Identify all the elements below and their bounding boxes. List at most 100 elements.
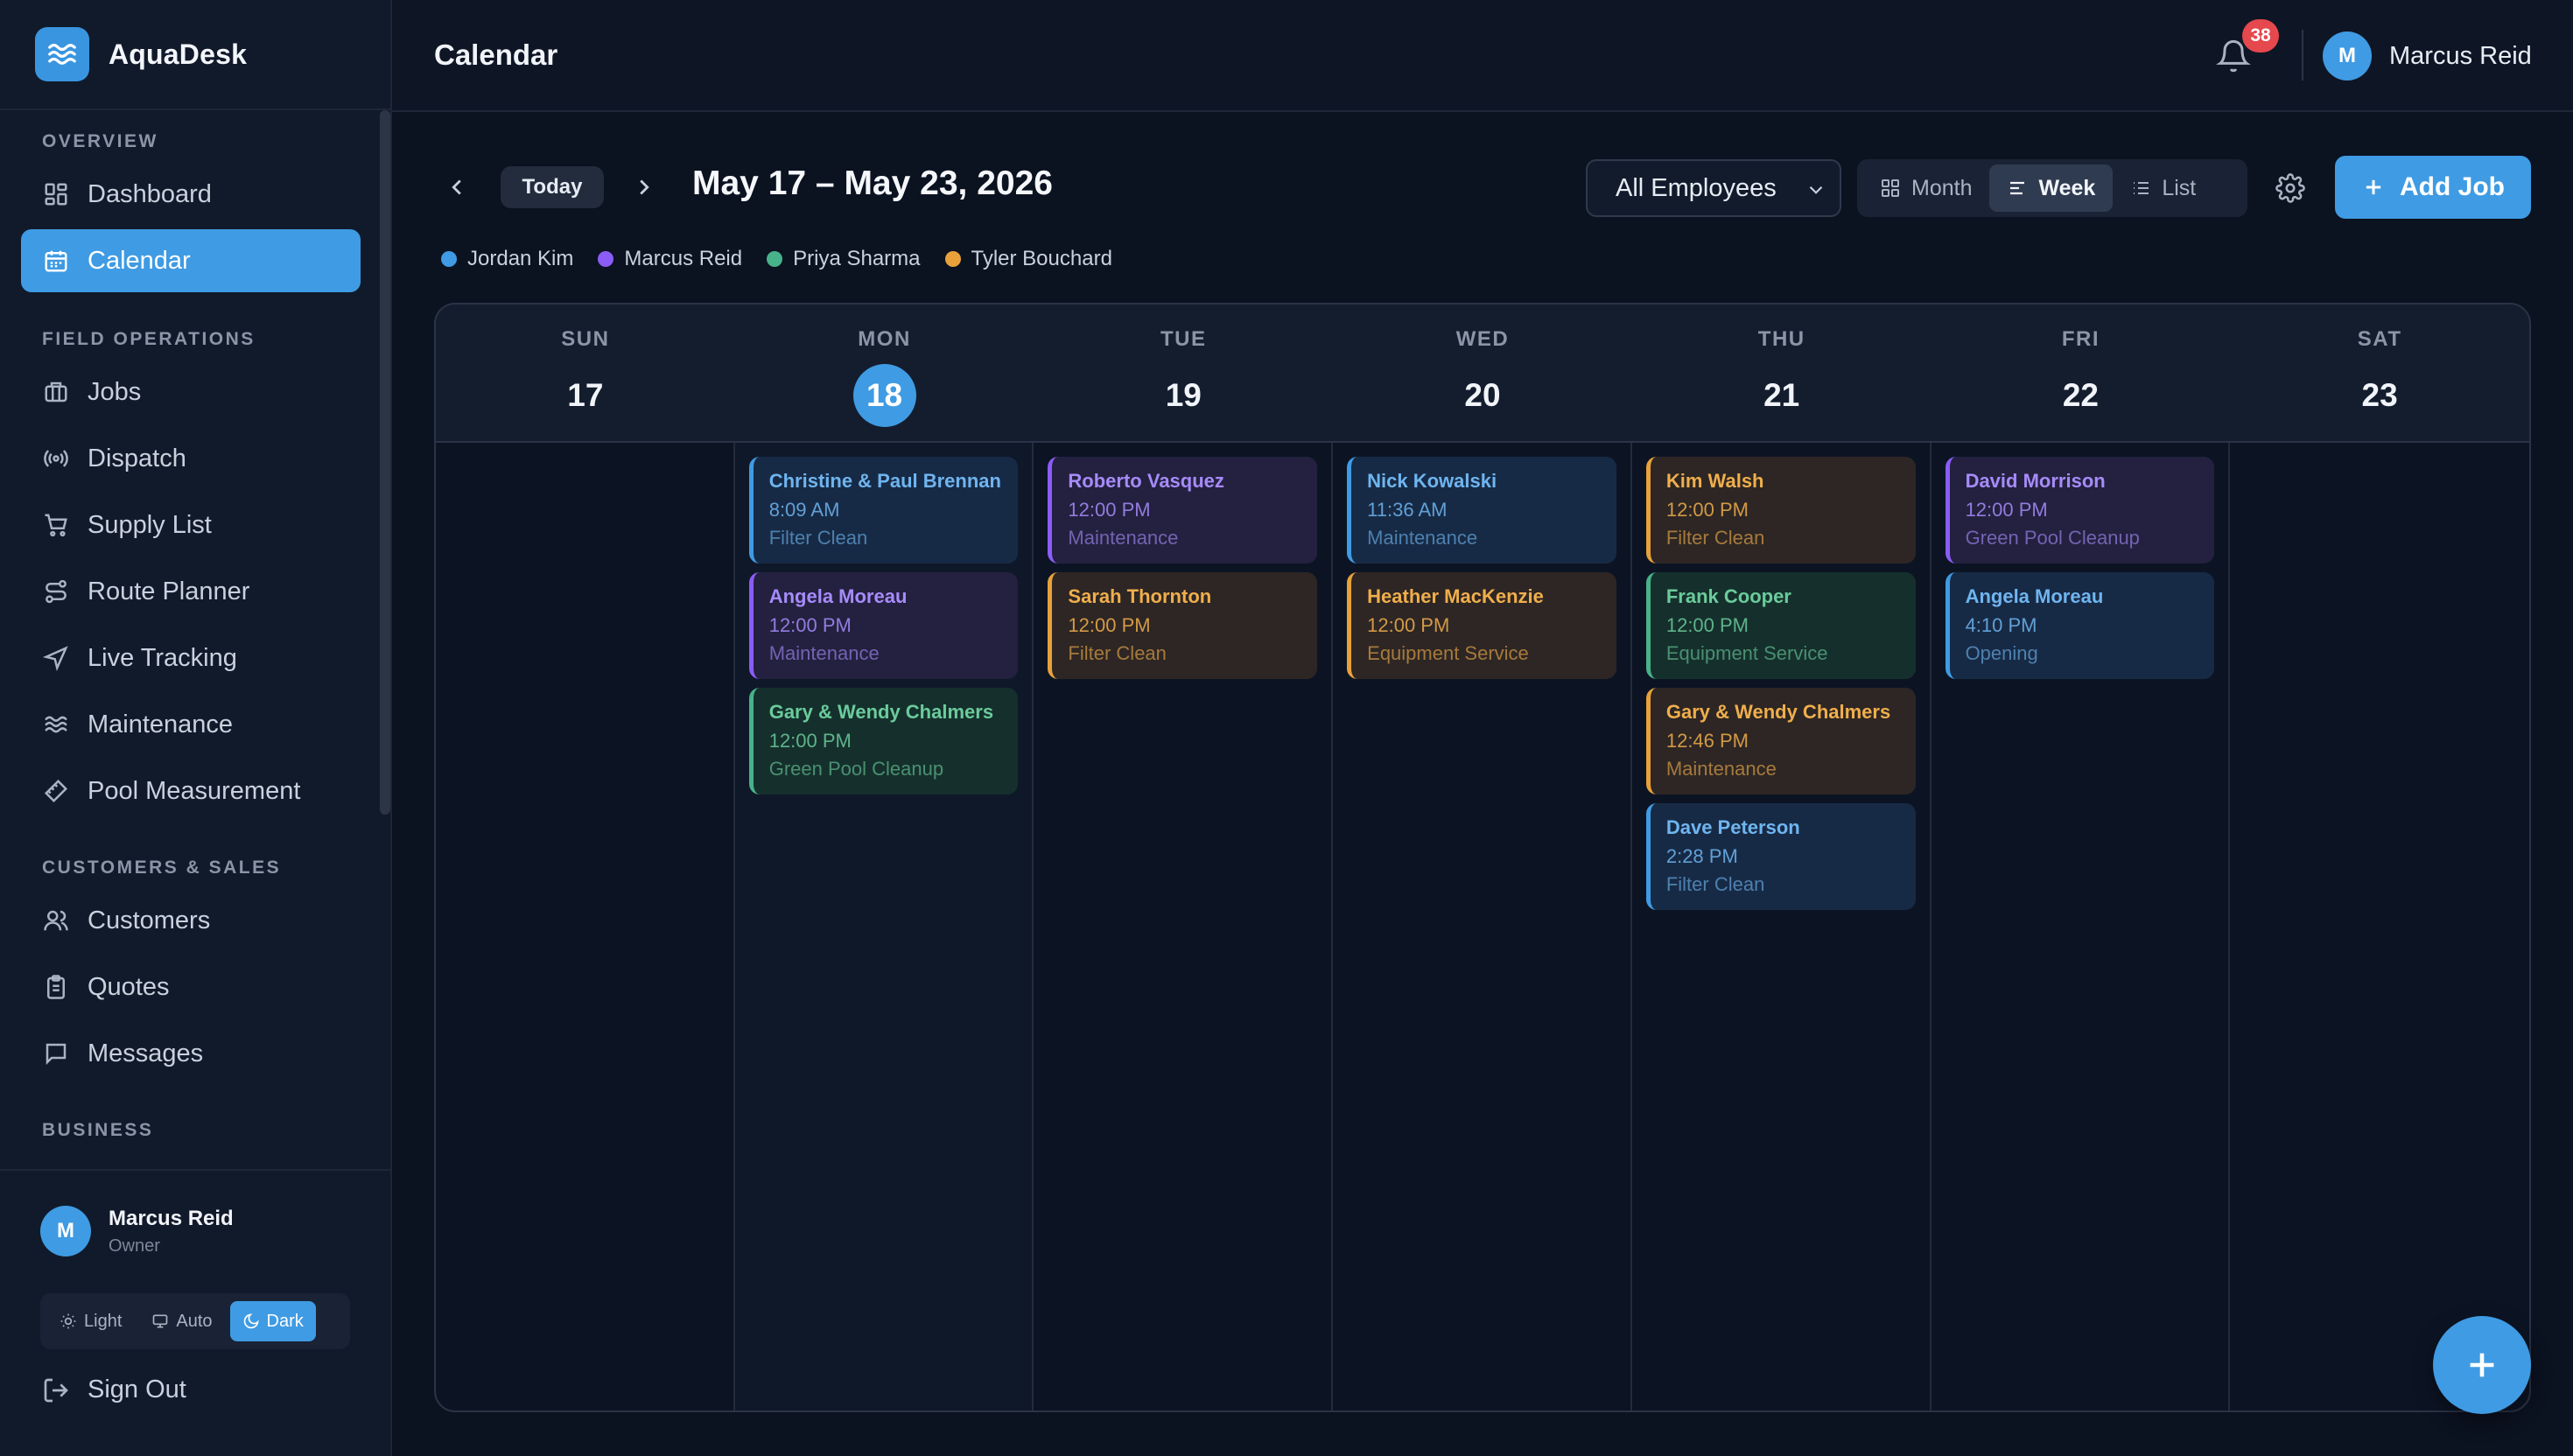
- floating-add-button[interactable]: [2433, 1316, 2531, 1414]
- sidebar-item-customers[interactable]: Customers: [21, 889, 361, 952]
- day-column-sun[interactable]: [436, 443, 735, 1410]
- add-job-button[interactable]: Add Job: [2335, 156, 2531, 219]
- day-header-sat[interactable]: SAT 23: [2230, 304, 2529, 441]
- event-time: 12:00 PM: [1367, 614, 1450, 636]
- day-name: SUN: [561, 327, 610, 351]
- day-header-wed[interactable]: WED 20: [1333, 304, 1632, 441]
- event-type: Green Pool Cleanup: [1965, 527, 2140, 549]
- waves-icon: [42, 710, 70, 738]
- job-event[interactable]: David Morrison 12:00 PM Green Pool Cleanup: [1945, 457, 2215, 564]
- event-type: Filter Clean: [1665, 873, 1765, 895]
- users-icon: [42, 906, 70, 934]
- calendar-icon: [42, 247, 70, 275]
- event-customer: Christine & Paul Brennan: [768, 470, 1001, 492]
- event-customer: Kim Walsh: [1665, 470, 1764, 492]
- user-card[interactable]: M Marcus Reid Owner: [40, 1206, 234, 1256]
- theme-light-button[interactable]: Light: [47, 1301, 134, 1341]
- event-customer: Sarah Thornton: [1068, 585, 1212, 607]
- legend-label: Jordan Kim: [467, 247, 574, 270]
- event-customer: David Morrison: [1965, 470, 2106, 492]
- align-left-icon: [2010, 181, 2025, 195]
- job-event[interactable]: Nick Kowalski 11:36 AM Maintenance: [1347, 457, 1616, 564]
- day-header-sun[interactable]: SUN 17: [436, 304, 735, 441]
- event-customer: Heather MacKenzie: [1367, 585, 1544, 607]
- job-event[interactable]: Heather MacKenzie 12:00 PM Equipment Servi…: [1347, 572, 1616, 679]
- view-switcher: Month Week List: [1857, 159, 2247, 217]
- previous-week-button[interactable]: [434, 164, 480, 210]
- event-time: 12:00 PM: [1068, 499, 1151, 521]
- chevron-down-icon: [1809, 186, 1823, 194]
- day-header-tue[interactable]: TUE 19: [1034, 304, 1333, 441]
- theme-label: Auto: [176, 1311, 213, 1331]
- next-week-button[interactable]: [621, 164, 667, 210]
- gear-icon: [2275, 173, 2305, 203]
- job-event[interactable]: Dave Peterson 2:28 PM Filter Clean: [1645, 803, 1916, 910]
- day-column-mon[interactable]: Christine & Paul Brennan 8:09 AM Filter Cl…: [734, 443, 1034, 1410]
- day-header-mon[interactable]: MON 18: [735, 304, 1034, 441]
- event-customer: Gary & Wendy Chalmers: [1665, 701, 1891, 723]
- event-type: Maintenance: [1068, 527, 1179, 549]
- job-event[interactable]: Angela Moreau 4:10 PM Opening: [1945, 572, 2215, 679]
- job-event[interactable]: Kim Walsh 12:00 PM Filter Clean: [1645, 457, 1916, 564]
- job-event[interactable]: Roberto Vasquez 12:00 PM Maintenance: [1048, 457, 1318, 564]
- event-time: 12:00 PM: [768, 730, 852, 752]
- event-customer: Roberto Vasquez: [1068, 470, 1224, 492]
- today-date-number: 18: [852, 364, 916, 427]
- sidebar-item-quotes[interactable]: Quotes: [21, 956, 361, 1018]
- message-icon: [42, 1040, 70, 1068]
- employee-filter-select[interactable]: All Employees: [1586, 159, 1841, 217]
- event-type: Equipment Service: [1367, 642, 1529, 664]
- sidebar-item-label: Dispatch: [88, 444, 186, 472]
- day-column-sat[interactable]: [2230, 443, 2529, 1410]
- view-month-button[interactable]: Month: [1862, 164, 1989, 212]
- calendar-settings-button[interactable]: [2270, 168, 2310, 208]
- sidebar-item-label: Quotes: [88, 972, 170, 1001]
- sidebar-item-supply-list[interactable]: Supply List: [21, 494, 361, 556]
- day-header-thu[interactable]: THU 21: [1632, 304, 1932, 441]
- day-column-thu[interactable]: Kim Walsh 12:00 PM Filter Clean Frank Coope…: [1632, 443, 1932, 1410]
- user-menu[interactable]: M Marcus Reid: [2323, 32, 2532, 80]
- view-week-button[interactable]: Week: [1989, 164, 2114, 212]
- sidebar-item-label: Route Planner: [88, 577, 250, 606]
- ruler-icon: [42, 777, 70, 805]
- calendar-toolbar: Today May 17 – May 23, 2026 All Employee…: [434, 156, 2531, 219]
- day-column-wed[interactable]: Nick Kowalski 11:36 AM Maintenance Heather …: [1333, 443, 1632, 1410]
- view-list-button[interactable]: List: [2113, 164, 2213, 212]
- day-column-fri[interactable]: David Morrison 12:00 PM Green Pool Cleanup…: [1932, 443, 2231, 1410]
- day-name: MON: [858, 327, 911, 351]
- day-name: TUE: [1160, 327, 1207, 351]
- sidebar-item-pool-measurement[interactable]: Pool Measurement: [21, 760, 361, 822]
- job-event[interactable]: Gary & Wendy Chalmers 12:46 PM Maintenance: [1645, 688, 1916, 794]
- job-event[interactable]: Frank Cooper 12:00 PM Equipment Service: [1645, 572, 1916, 679]
- sign-out-button[interactable]: Sign Out: [42, 1376, 186, 1404]
- theme-auto-button[interactable]: Auto: [139, 1301, 224, 1341]
- sidebar-item-jobs[interactable]: Jobs: [21, 360, 361, 424]
- day-name: THU: [1757, 327, 1805, 351]
- date-number: 17: [567, 377, 604, 413]
- theme-dark-button[interactable]: Dark: [229, 1301, 316, 1341]
- sidebar-item-calendar[interactable]: Calendar: [21, 229, 361, 292]
- sidebar-item-dispatch[interactable]: Dispatch: [21, 427, 361, 490]
- user-role: Owner: [109, 1236, 160, 1256]
- notification-count-badge: 38: [2242, 19, 2279, 52]
- sidebar-item-route-planner[interactable]: Route Planner: [21, 560, 361, 623]
- user-name: Marcus Reid: [2389, 41, 2532, 70]
- event-type: Maintenance: [768, 642, 880, 664]
- sidebar-divider: [0, 1169, 390, 1171]
- sidebar-item-maintenance[interactable]: Maintenance: [21, 693, 361, 756]
- job-event[interactable]: Sarah Thornton 12:00 PM Filter Clean: [1048, 572, 1318, 679]
- day-header-fri[interactable]: FRI 22: [1932, 304, 2231, 441]
- sidebar-item-messages[interactable]: Messages: [21, 1022, 361, 1085]
- legend-item: Tyler Bouchard: [944, 247, 1112, 271]
- job-event[interactable]: Gary & Wendy Chalmers 12:00 PM Green Pool …: [748, 688, 1019, 794]
- brand[interactable]: AquaDesk: [0, 0, 390, 110]
- event-time: 11:36 AM: [1367, 499, 1448, 521]
- date-number: 22: [2062, 377, 2099, 413]
- today-button[interactable]: Today: [501, 166, 604, 208]
- job-event[interactable]: Christine & Paul Brennan 8:09 AM Filter Cl…: [748, 457, 1019, 564]
- job-event[interactable]: Angela Moreau 12:00 PM Maintenance: [748, 572, 1019, 679]
- sidebar-item-dashboard[interactable]: Dashboard: [21, 163, 361, 226]
- legend-dot: [944, 251, 961, 267]
- sidebar-item-live-tracking[interactable]: Live Tracking: [21, 626, 361, 690]
- day-column-tue[interactable]: Roberto Vasquez 12:00 PM Maintenance Sarah …: [1034, 443, 1334, 1410]
